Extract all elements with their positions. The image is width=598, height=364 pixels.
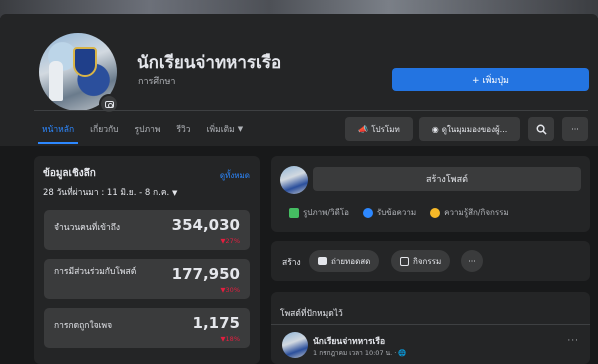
see-all-link[interactable]: ดูทั้งหมด: [220, 169, 250, 182]
post-author[interactable]: นักเรียนจ่าทหารเรือ: [313, 334, 385, 348]
post-timestamp[interactable]: 1 กรกฎาคม เวลา 10:07 น. · 🌐: [313, 348, 406, 358]
caret-down-icon: ▼: [171, 189, 178, 197]
option-label: รับข้อความ: [376, 208, 417, 217]
photo-icon: [289, 207, 299, 218]
view-as-label: ดูในมุมมองของผู้...: [441, 124, 508, 134]
get-messages-option[interactable]: รับข้อความ: [362, 206, 417, 219]
post-composer: สร้างโพสต์ รูปภาพ/วิดีโอ รับข้อความ ความ…: [271, 156, 590, 232]
create-post-button[interactable]: สร้างโพสต์: [313, 167, 581, 191]
stat-value: 1,175: [192, 314, 240, 332]
stat-change: ▼18%: [220, 335, 240, 343]
camera-icon[interactable]: [99, 94, 119, 114]
tab-reviews[interactable]: รีวิว: [168, 114, 198, 144]
smiley-icon: [430, 207, 441, 218]
live-label: ถ่ายทอดสด: [331, 256, 371, 266]
stat-reach[interactable]: จำนวนคนที่เข้าถึง 354,030 ▼27%: [44, 210, 250, 250]
search-button[interactable]: [528, 117, 554, 141]
page-header: นักเรียนจ่าทหารเรือ การศึกษา + เพิ่มปุ่ม…: [0, 18, 598, 146]
more-label: ···: [468, 256, 476, 266]
option-label: ความรู้สึก/กิจกรรม: [444, 208, 509, 217]
stat-page-likes[interactable]: การกดถูกใจเพจ 1,175 ▼18%: [44, 308, 250, 348]
tab-label: รูปภาพ: [134, 125, 161, 135]
date-range-dropdown[interactable]: 28 วันที่ผ่านมา : 11 มิ.ย. - 8 ก.ค. ▼: [43, 185, 177, 199]
divider: [271, 324, 590, 325]
stat-value: 354,030: [171, 216, 240, 234]
divider: [34, 110, 588, 111]
tab-more[interactable]: เพิ่มเติม ▼: [199, 114, 252, 144]
avatar[interactable]: [282, 332, 308, 358]
date-range-label: 28 วันที่ผ่านมา : 11 มิ.ย. - 8 ก.ค.: [43, 188, 170, 198]
promote-label: โปรโมท: [371, 124, 400, 134]
add-button[interactable]: + เพิ่มปุ่ม: [392, 68, 589, 91]
event-button[interactable]: กิจกรรม: [391, 250, 451, 272]
feeling-option[interactable]: ความรู้สึก/กิจกรรม: [430, 206, 509, 219]
more-label: ···: [571, 124, 579, 134]
option-label: รูปภาพ/วิดีโอ: [303, 208, 349, 217]
insights-title: ข้อมูลเชิงลึก: [43, 168, 96, 179]
pinned-title: โพสต์ที่ปักหมุดไว้: [280, 309, 343, 319]
stat-value: 177,950: [171, 265, 240, 283]
tab-photos[interactable]: รูปภาพ: [127, 114, 169, 144]
composer-options: รูปภาพ/วิดีโอ รับข้อความ ความรู้สึก/กิจก…: [289, 206, 509, 219]
eye-icon: ◉: [431, 124, 439, 134]
page-category[interactable]: การศึกษา: [138, 74, 176, 88]
megaphone-icon: 📣: [358, 124, 369, 134]
page-tabs: หน้าหลัก เกี่ยวกับ รูปภาพ รีวิว เพิ่มเติ…: [34, 114, 251, 144]
live-video-icon: [318, 257, 327, 265]
page-title: นักเรียนจ่าทหารเรือ: [137, 53, 282, 73]
tab-label: รีวิว: [176, 125, 191, 135]
insights-card: ข้อมูลเชิงลึก ดูทั้งหมด 28 วันที่ผ่านมา …: [34, 156, 260, 364]
stat-change: ▼30%: [220, 286, 240, 294]
tab-about[interactable]: เกี่ยวกับ: [82, 114, 126, 144]
stat-change: ▼27%: [220, 237, 240, 245]
more-options-button[interactable]: ···: [562, 117, 588, 141]
stat-label: จำนวนคนที่เข้าถึง: [54, 223, 121, 233]
post-more-button[interactable]: ···: [567, 336, 579, 346]
tab-label: หน้าหลัก: [42, 125, 75, 135]
stat-label: การมีส่วนร่วมกับโพสต์: [54, 267, 137, 277]
stat-engagement[interactable]: การมีส่วนร่วมกับโพสต์ 177,950 ▼30%: [44, 259, 250, 299]
promote-button[interactable]: 📣 โปรโมท: [345, 117, 413, 141]
student-figure: [49, 61, 63, 101]
search-icon: [536, 124, 547, 135]
pinned-post-card: โพสต์ที่ปักหมุดไว้ นักเรียนจ่าทหารเรือ 1…: [271, 292, 590, 364]
calendar-icon: [400, 256, 409, 266]
tab-home[interactable]: หน้าหลัก: [34, 114, 82, 144]
photo-video-option[interactable]: รูปภาพ/วิดีโอ: [289, 206, 349, 219]
tab-label: เกี่ยวกับ: [90, 125, 119, 135]
messenger-icon: [362, 207, 373, 218]
event-label: กิจกรรม: [413, 256, 442, 266]
stat-label: การกดถูกใจเพจ: [54, 321, 113, 331]
avatar[interactable]: [280, 166, 308, 194]
view-as-button[interactable]: ◉ ดูในมุมมองของผู้...: [419, 117, 520, 141]
more-create-button[interactable]: ···: [461, 250, 483, 272]
navy-crest-icon: [73, 47, 97, 77]
create-row: สร้าง ถ่ายทอดสด กิจกรรม ···: [271, 241, 590, 281]
live-button[interactable]: ถ่ายทอดสด: [309, 250, 380, 272]
create-label: สร้าง: [282, 258, 301, 268]
tab-label: เพิ่มเติม: [206, 125, 235, 135]
caret-down-icon: ▼: [237, 125, 244, 133]
